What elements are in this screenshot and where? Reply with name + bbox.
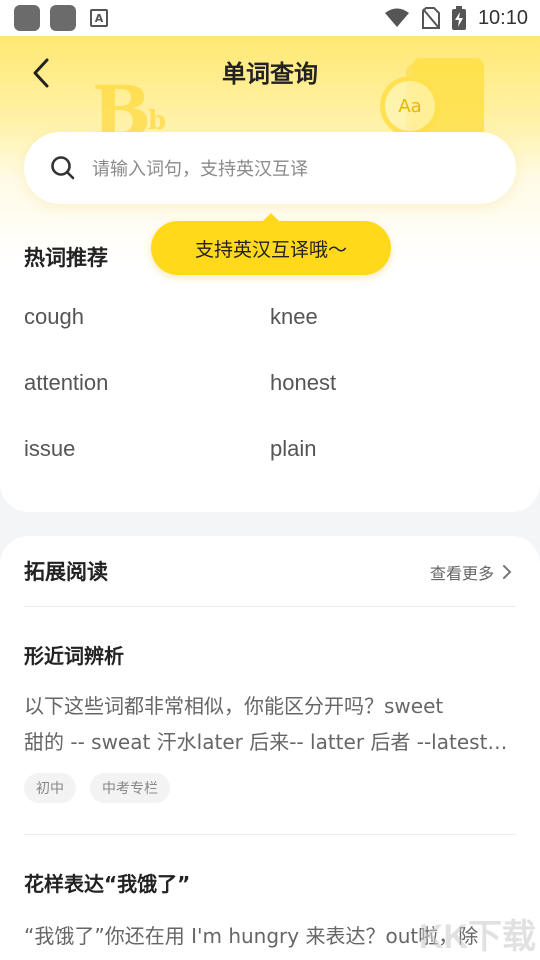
- article-tag: 初中: [24, 773, 76, 803]
- app-notification-icon: [14, 5, 40, 31]
- back-button[interactable]: [26, 56, 56, 90]
- article-tag: 中考专栏: [90, 773, 170, 803]
- search-input[interactable]: 请输入词句，支持英汉互译: [24, 132, 516, 204]
- divider: [24, 606, 516, 607]
- see-more-link[interactable]: 查看更多: [430, 560, 512, 584]
- divider: [24, 834, 516, 835]
- no-sim-icon: [421, 7, 440, 29]
- reading-card: 拓展阅读 查看更多 形近词辨析 以下这些词都非常相似，你能区分开吗？sweet …: [0, 536, 540, 960]
- excerpt-line: 以下这些词都非常相似，你能区分开吗？sweet: [24, 694, 444, 718]
- hot-word[interactable]: issue: [24, 436, 75, 462]
- wifi-icon: [384, 8, 409, 27]
- article-title[interactable]: 形近词辨析: [24, 640, 124, 669]
- translate-tooltip: 支持英汉互译哦～: [151, 221, 391, 275]
- chevron-right-icon: [503, 565, 512, 579]
- reading-title: 拓展阅读: [24, 560, 108, 584]
- app-notification-icon: [50, 5, 76, 31]
- status-bar: A 10:10: [0, 0, 540, 36]
- chevron-left-icon: [33, 58, 49, 88]
- hot-word[interactable]: plain: [270, 436, 316, 462]
- article-title[interactable]: 花样表达“我饿了”: [24, 868, 190, 897]
- battery-charging-icon: [451, 6, 466, 30]
- excerpt-line: 甜的 -- sweat 汗水later 后来-- latter 后者 --lat…: [24, 730, 508, 754]
- article-excerpt[interactable]: 以下这些词都非常相似，你能区分开吗？sweet 甜的 -- sweat 汗水la…: [24, 688, 516, 760]
- see-more-label: 查看更多: [429, 564, 494, 583]
- status-left: A: [14, 5, 108, 31]
- hot-word[interactable]: knee: [270, 304, 318, 330]
- status-time: 10:10: [477, 6, 528, 29]
- hot-word[interactable]: honest: [270, 370, 336, 396]
- status-right: 10:10: [384, 6, 528, 30]
- page-title: 单词查询: [222, 60, 318, 88]
- watermark-logo: KK下载: [418, 918, 536, 956]
- hot-word[interactable]: attention: [24, 370, 108, 396]
- font-notification-icon: A: [90, 9, 108, 27]
- search-placeholder: 请输入词句，支持英汉互译: [92, 159, 308, 180]
- search-icon: [51, 156, 75, 180]
- top-card: B b Aa 单词查询 请输入词句，支持英汉互译 支持英汉互译哦～ 热词推荐 c…: [0, 36, 540, 512]
- hot-words-title: 热词推荐: [24, 246, 108, 270]
- hot-word[interactable]: cough: [24, 304, 84, 330]
